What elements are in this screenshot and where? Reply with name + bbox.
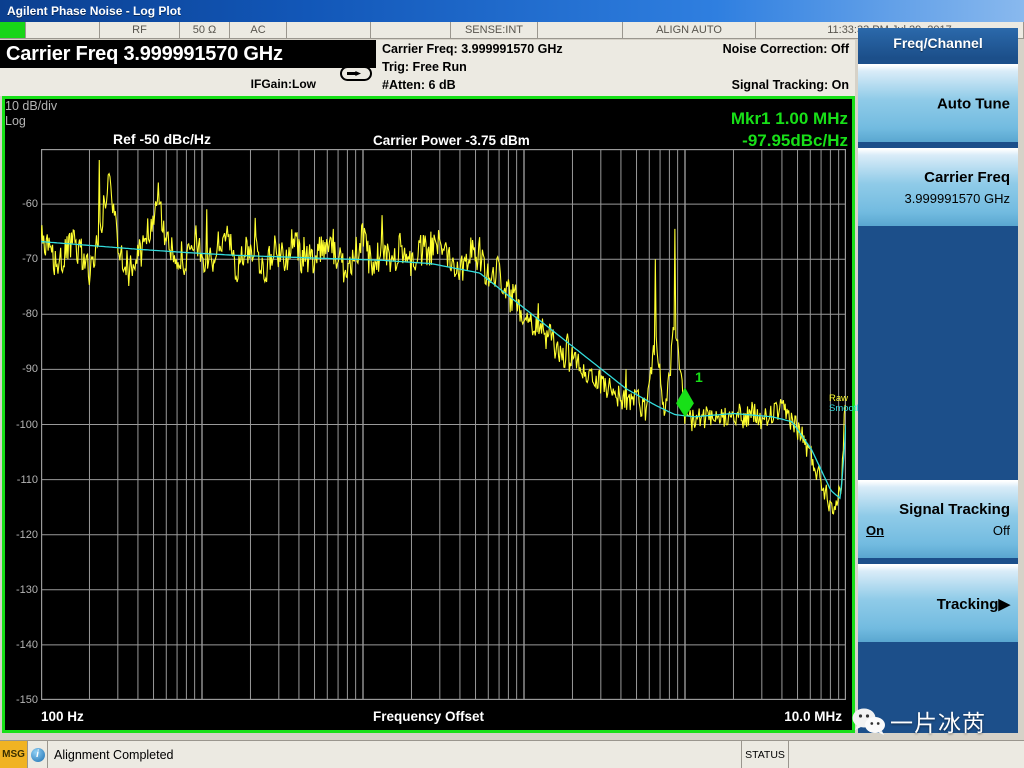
phase-noise-graph[interactable]: 10 dB/div Log Ref -50 dBc/Hz Carrier Pow… — [2, 96, 872, 733]
message-bar: MSG i Alignment Completed STATUS — [0, 740, 1024, 768]
softkey-auto-tune-label: Auto Tune — [936, 95, 1010, 112]
softkey-signal-tracking-label: Signal Tracking — [899, 501, 1010, 518]
continuous-sweep-icon[interactable] — [340, 66, 372, 81]
softkey-signal-tracking-on[interactable]: On — [866, 523, 884, 538]
window-title: Agilent Phase Noise - Log Plot — [7, 4, 182, 18]
carrier-freq-banner: Carrier Freq 3.999991570 GHz — [0, 40, 376, 68]
status-cell-blank-4 — [538, 22, 623, 38]
y-axis-tick: -130 — [15, 583, 38, 596]
plot-area[interactable]: -60 -70 -80 -90 -100 -110 -120 -130 -140 -150 — [16, 148, 847, 706]
arrow-right-icon — [347, 71, 361, 76]
message-text: Alignment Completed — [54, 747, 174, 762]
softkey-carrier-freq-label: Carrier Freq — [924, 169, 1010, 186]
settings-right-panel: Carrier Freq: 3.999991570 GHz Trig: Free… — [376, 40, 855, 96]
message-bar-tail — [789, 741, 1024, 768]
info-icon-glyph: i — [30, 747, 45, 762]
carrier-freq-banner-text: Carrier Freq 3.999991570 GHz — [6, 42, 283, 65]
y-axis-tick: -60 — [22, 198, 38, 211]
scale-per-division-label: 10 dB/div Log — [5, 99, 852, 129]
softkey-spacer-1 — [858, 232, 1018, 480]
x-axis-title: Frequency Offset — [372, 709, 485, 724]
status-cell-impedance: 50 Ω — [180, 22, 230, 38]
setting-signal-tracking: Signal Tracking: On — [731, 78, 849, 92]
window-title-bar: Agilent Phase Noise - Log Plot — [0, 0, 1024, 22]
status-label-cell: STATUS — [741, 741, 789, 768]
y-axis-tick: -140 — [15, 638, 38, 651]
softkey-menu: Freq/Channel Auto Tune Carrier Freq 3.99… — [858, 28, 1018, 733]
graph-inner: 10 dB/div Log Ref -50 dBc/Hz Carrier Pow… — [5, 99, 872, 730]
marker-readout-amplitude: -97.95dBc/Hz — [742, 131, 848, 150]
status-cell-rf: RF — [100, 22, 180, 38]
setting-atten: #Atten: 6 dB — [382, 78, 456, 92]
softkey-tracking[interactable]: Tracking▶ — [858, 564, 1018, 642]
log-scale-label: Log — [5, 114, 26, 128]
plot-svg — [40, 148, 847, 701]
y-axis-tick: -80 — [22, 308, 38, 321]
status-cell-blank-2 — [287, 22, 371, 38]
y-axis-tick: -70 — [22, 253, 38, 266]
ifgain-value: IFGain:Low — [250, 77, 316, 91]
softkey-tracking-label: Tracking▶ — [936, 595, 1010, 613]
reference-level-label: Ref -50 dBc/Hz — [113, 131, 212, 147]
setting-carrier-freq: Carrier Freq: 3.999991570 GHz — [382, 42, 563, 56]
status-cell-blank-1 — [26, 22, 100, 38]
softkey-signal-tracking[interactable]: Signal Tracking On Off — [858, 480, 1018, 558]
softkey-carrier-freq-value: 3.999991570 GHz — [904, 191, 1010, 206]
status-cell-align: ALIGN AUTO — [623, 22, 756, 38]
y-axis-tick: -120 — [15, 528, 38, 541]
softkey-carrier-freq[interactable]: Carrier Freq 3.999991570 GHz — [858, 148, 1018, 226]
x-axis-stop-label: 10.0 MHz — [784, 709, 842, 724]
softkey-menu-title: Freq/Channel — [858, 28, 1018, 58]
y-axis-tick: -100 — [15, 418, 38, 431]
setting-noise-correction: Noise Correction: Off — [722, 42, 849, 56]
status-cell-sense: SENSE:INT — [451, 22, 538, 38]
status-cell-coupling: AC — [230, 22, 287, 38]
setting-trig: Trig: Free Run — [382, 60, 467, 74]
marker-readout-frequency: Mkr1 1.00 MHz — [730, 109, 848, 128]
marker-number-label: 1 — [695, 369, 703, 386]
y-axis-tick: -150 — [15, 694, 38, 706]
softkey-signal-tracking-off[interactable]: Off — [993, 523, 1010, 538]
softkey-auto-tune[interactable]: Auto Tune — [858, 64, 1018, 142]
db-per-div: 10 dB/div — [5, 99, 58, 113]
msg-badge: MSG — [0, 741, 28, 768]
status-cell-blank-3 — [371, 22, 451, 38]
info-icon: i — [28, 741, 48, 768]
lxi-badge — [0, 22, 26, 38]
instrument-screen: Agilent Phase Noise - Log Plot RF 50 Ω A… — [0, 0, 1024, 768]
settings-left-panel: IFGain:Low — [0, 68, 376, 96]
y-axis-tick: -90 — [22, 363, 38, 376]
y-axis-tick: -110 — [16, 473, 38, 486]
carrier-power-label: Carrier Power -3.75 dBm — [373, 133, 530, 148]
